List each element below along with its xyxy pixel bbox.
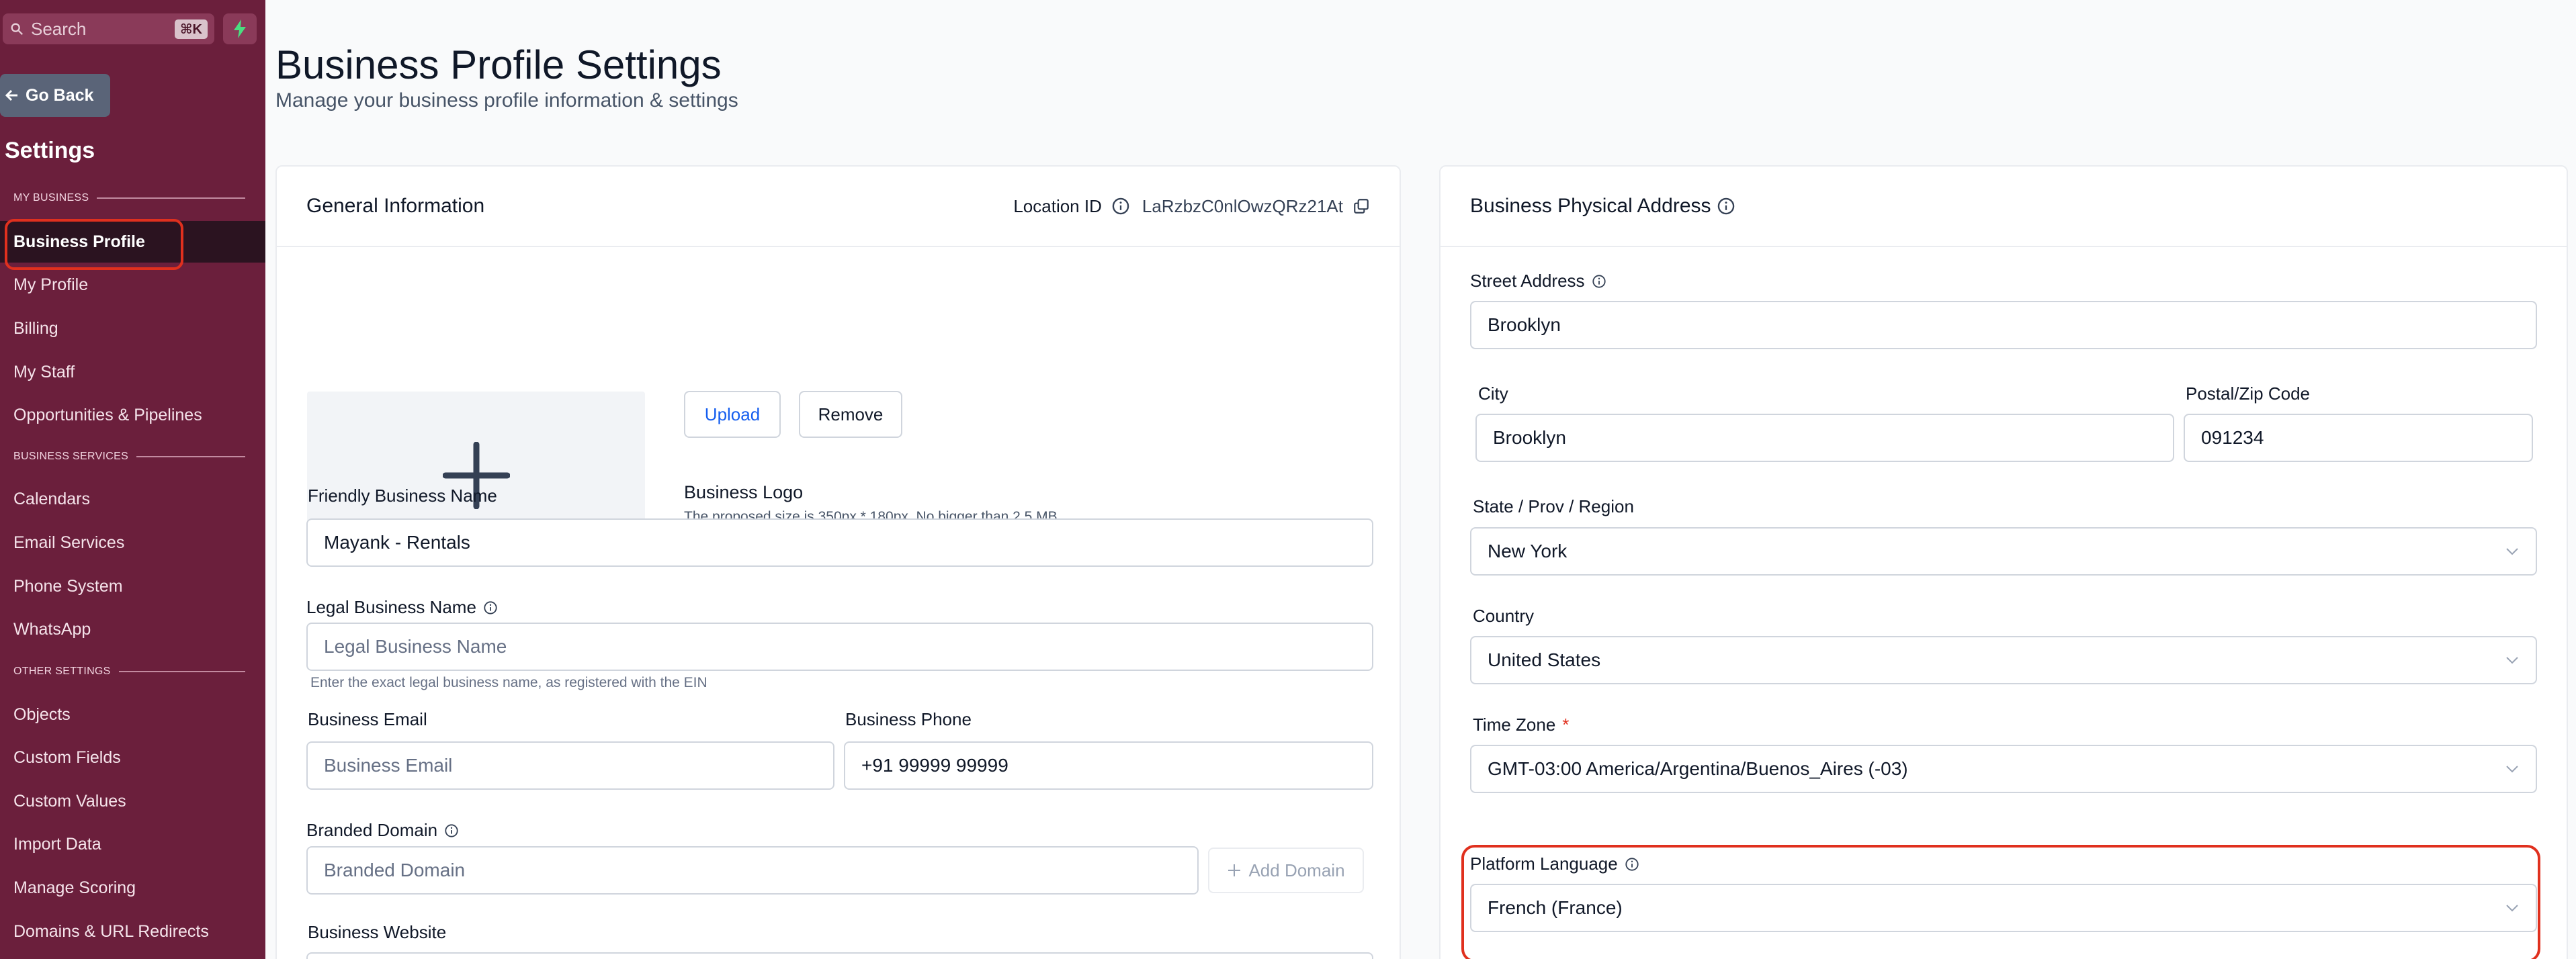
info-icon[interactable] (1592, 274, 1606, 289)
email-input[interactable]: Business Email (306, 741, 834, 790)
required-marker: * (1562, 715, 1570, 735)
sidebar-item-calendars[interactable]: Calendars (0, 478, 265, 520)
go-back-label: Go Back (26, 85, 94, 105)
website-label: Business Website (308, 922, 447, 942)
highlight-annotation (1461, 845, 2540, 959)
timezone-label: Time Zone * (1473, 715, 1570, 735)
section-business-services: BUSINESS SERVICES (13, 451, 245, 463)
country-select[interactable]: United States (1470, 636, 2537, 684)
city-input[interactable]: Brooklyn (1475, 414, 2174, 462)
country-label: Country (1473, 606, 1535, 626)
search-icon (11, 23, 24, 36)
sidebar-item-opportunities[interactable]: Opportunities & Pipelines (0, 394, 265, 436)
business-address-card: Business Physical Address Street Address… (1439, 165, 2568, 959)
phone-label: Business Phone (845, 709, 972, 729)
search-input[interactable]: Search ⌘K (3, 13, 214, 44)
arrow-left-icon (5, 89, 17, 101)
remove-button[interactable]: Remove (799, 391, 902, 438)
email-label: Business Email (308, 709, 427, 729)
city-label: City (1478, 383, 1508, 404)
zip-label: Postal/Zip Code (2186, 383, 2310, 404)
add-domain-button[interactable]: Add Domain (1208, 848, 1364, 893)
sidebar-item-custom-fields[interactable]: Custom Fields (0, 737, 265, 778)
sidebar-item-my-staff[interactable]: My Staff (0, 351, 265, 393)
page-subtitle: Manage your business profile information… (275, 89, 738, 111)
copy-icon[interactable] (1353, 197, 1370, 215)
card-header: General Information Location ID LaRzbzC0… (277, 167, 1400, 247)
card-header: Business Physical Address (1441, 167, 2567, 247)
info-icon[interactable] (1111, 197, 1130, 216)
domain-label: Branded Domain (306, 820, 459, 841)
friendly-name-input[interactable]: Mayank - Rentals (306, 518, 1373, 567)
general-information-card: General Information Location ID LaRzbzC0… (275, 165, 1401, 959)
card-title: General Information (306, 195, 485, 217)
sidebar-item-phone-system[interactable]: Phone System (0, 565, 265, 607)
quick-actions-button[interactable] (223, 13, 257, 44)
sidebar-item-whatsapp[interactable]: WhatsApp (0, 608, 265, 650)
search-placeholder: Search (31, 18, 87, 39)
phone-input[interactable]: +91 99999 99999 (844, 741, 1373, 790)
chevron-down-icon (2506, 766, 2518, 773)
street-label: Street Address (1470, 271, 1606, 291)
legal-name-label: Legal Business Name (306, 597, 498, 618)
highlight-annotation (5, 219, 183, 270)
sidebar-item-billing[interactable]: Billing (0, 308, 265, 349)
legal-name-hint: Enter the exact legal business name, as … (310, 675, 707, 690)
info-icon[interactable] (444, 823, 459, 838)
street-input[interactable]: Brooklyn (1470, 301, 2537, 349)
page-title: Business Profile Settings (275, 42, 722, 87)
state-select[interactable]: New York (1470, 527, 2537, 576)
zip-input[interactable]: 091234 (2184, 414, 2533, 462)
sidebar-item-domains[interactable]: Domains & URL Redirects (0, 911, 265, 952)
location-id: Location ID LaRzbzC0nlOwzQRz21At (1013, 196, 1370, 217)
location-id-value: LaRzbzC0nlOwzQRz21At (1142, 195, 1343, 216)
chevron-down-icon (2506, 657, 2518, 664)
search-shortcut: ⌘K (175, 19, 208, 39)
sidebar-item-email-services[interactable]: Email Services (0, 522, 265, 563)
website-input[interactable] (306, 952, 1373, 959)
plus-icon (1228, 864, 1241, 876)
logo-title: Business Logo (684, 482, 804, 502)
sidebar-item-objects[interactable]: Objects (0, 694, 265, 735)
upload-button[interactable]: Upload (684, 391, 781, 438)
sidebar: Search ⌘K Go Back Settings MY BUSINESS B… (0, 0, 265, 959)
legal-name-input[interactable]: Legal Business Name (306, 623, 1373, 671)
domain-input[interactable]: Branded Domain (306, 846, 1199, 895)
sidebar-item-manage-scoring[interactable]: Manage Scoring (0, 867, 265, 909)
info-icon[interactable] (483, 600, 498, 615)
timezone-select[interactable]: GMT-03:00 America/Argentina/Buenos_Aires… (1470, 745, 2537, 793)
sidebar-item-import-data[interactable]: Import Data (0, 823, 265, 865)
sidebar-item-my-profile[interactable]: My Profile (0, 264, 265, 306)
lightning-icon (234, 19, 246, 38)
go-back-button[interactable]: Go Back (0, 74, 110, 117)
sidebar-item-custom-values[interactable]: Custom Values (0, 780, 265, 822)
friendly-name-label: Friendly Business Name (308, 486, 497, 506)
section-other-settings: OTHER SETTINGS (13, 666, 245, 678)
state-label: State / Prov / Region (1473, 496, 1634, 516)
info-icon[interactable] (1717, 197, 1735, 216)
card-title: Business Physical Address (1470, 195, 1711, 217)
section-my-business: MY BUSINESS (13, 192, 245, 204)
settings-title: Settings (5, 138, 95, 163)
location-id-label: Location ID (1013, 195, 1102, 216)
chevron-down-icon (2506, 548, 2518, 555)
